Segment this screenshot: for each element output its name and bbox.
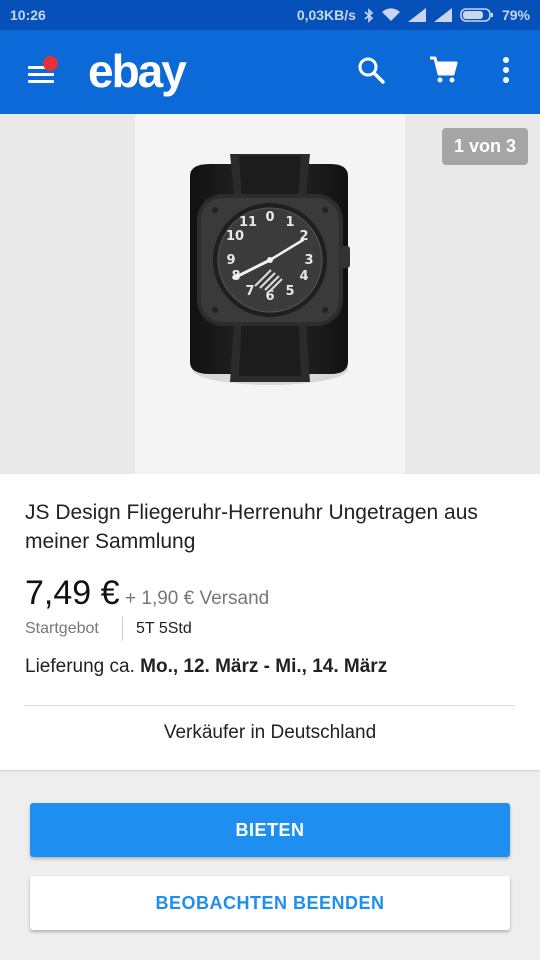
ebay-logo[interactable]: ebay <box>88 44 187 98</box>
more-vert-icon <box>502 56 510 89</box>
image-counter: 1 von 3 <box>441 128 528 165</box>
item-price: 7,49 € <box>25 574 120 612</box>
signal-icon <box>433 8 452 22</box>
watch-image: 0 1 2 3 4 5 6 7 8 9 10 11 <box>190 154 350 385</box>
svg-text:6: 6 <box>265 289 274 304</box>
search-icon <box>357 56 385 89</box>
svg-text:9: 9 <box>226 253 235 268</box>
item-title: JS Design Fliegeruhr-Herrenuhr Ungetrage… <box>25 501 478 553</box>
bluetooth-icon <box>364 7 374 23</box>
signal-icon <box>407 8 426 22</box>
svg-text:11: 11 <box>239 215 257 230</box>
battery-icon <box>460 8 494 22</box>
svg-text:0: 0 <box>265 210 274 225</box>
svg-text:1: 1 <box>285 215 294 230</box>
unwatch-button[interactable]: BEOBACHTEN BEENDEN <box>30 876 510 930</box>
svg-text:10: 10 <box>226 229 244 244</box>
network-speed: 0,03KB/s <box>296 7 356 23</box>
battery-level: 79% <box>501 7 530 23</box>
delivery-dates: Mo., 12. März - Mi., 14. März <box>140 656 388 677</box>
wifi-icon <box>381 8 400 22</box>
image-gallery[interactable]: 0 1 2 3 4 5 6 7 8 9 10 11 <box>0 114 540 474</box>
time-left: 5T 5Std <box>136 620 192 637</box>
delivery-label: Lieferung ca. <box>25 656 135 677</box>
cart-icon <box>428 55 458 90</box>
status-bar: 10:26 0,03KB/s 79% <box>0 0 540 30</box>
svg-text:3: 3 <box>304 253 313 268</box>
cart-button[interactable] <box>423 52 463 92</box>
menu-button[interactable] <box>22 56 62 88</box>
more-options-button[interactable] <box>486 52 526 92</box>
svg-text:7: 7 <box>245 284 254 299</box>
item-details: JS Design Fliegeruhr-Herrenuhr Ungetrage… <box>0 474 540 770</box>
bid-button[interactable]: BIETEN <box>30 803 510 857</box>
shipping-cost: + 1,90 € Versand <box>125 588 270 609</box>
status-indicators: 0,03KB/s 79% <box>297 7 530 23</box>
bid-type: Startgebot <box>25 620 99 637</box>
delivery-estimate: Lieferung ca. Mo., 12. März - Mi., 14. M… <box>25 656 387 678</box>
svg-text:5: 5 <box>285 284 294 299</box>
seller-location: Verkäufer in Deutschland <box>163 722 377 743</box>
app-bar: ebay <box>0 30 540 114</box>
notification-dot <box>43 56 58 71</box>
search-button[interactable] <box>351 52 391 92</box>
svg-text:4: 4 <box>299 269 308 284</box>
item-photo[interactable]: 0 1 2 3 4 5 6 7 8 9 10 11 <box>135 114 405 474</box>
divider <box>25 705 515 706</box>
status-time: 10:26 <box>10 7 46 23</box>
separator <box>122 617 123 641</box>
